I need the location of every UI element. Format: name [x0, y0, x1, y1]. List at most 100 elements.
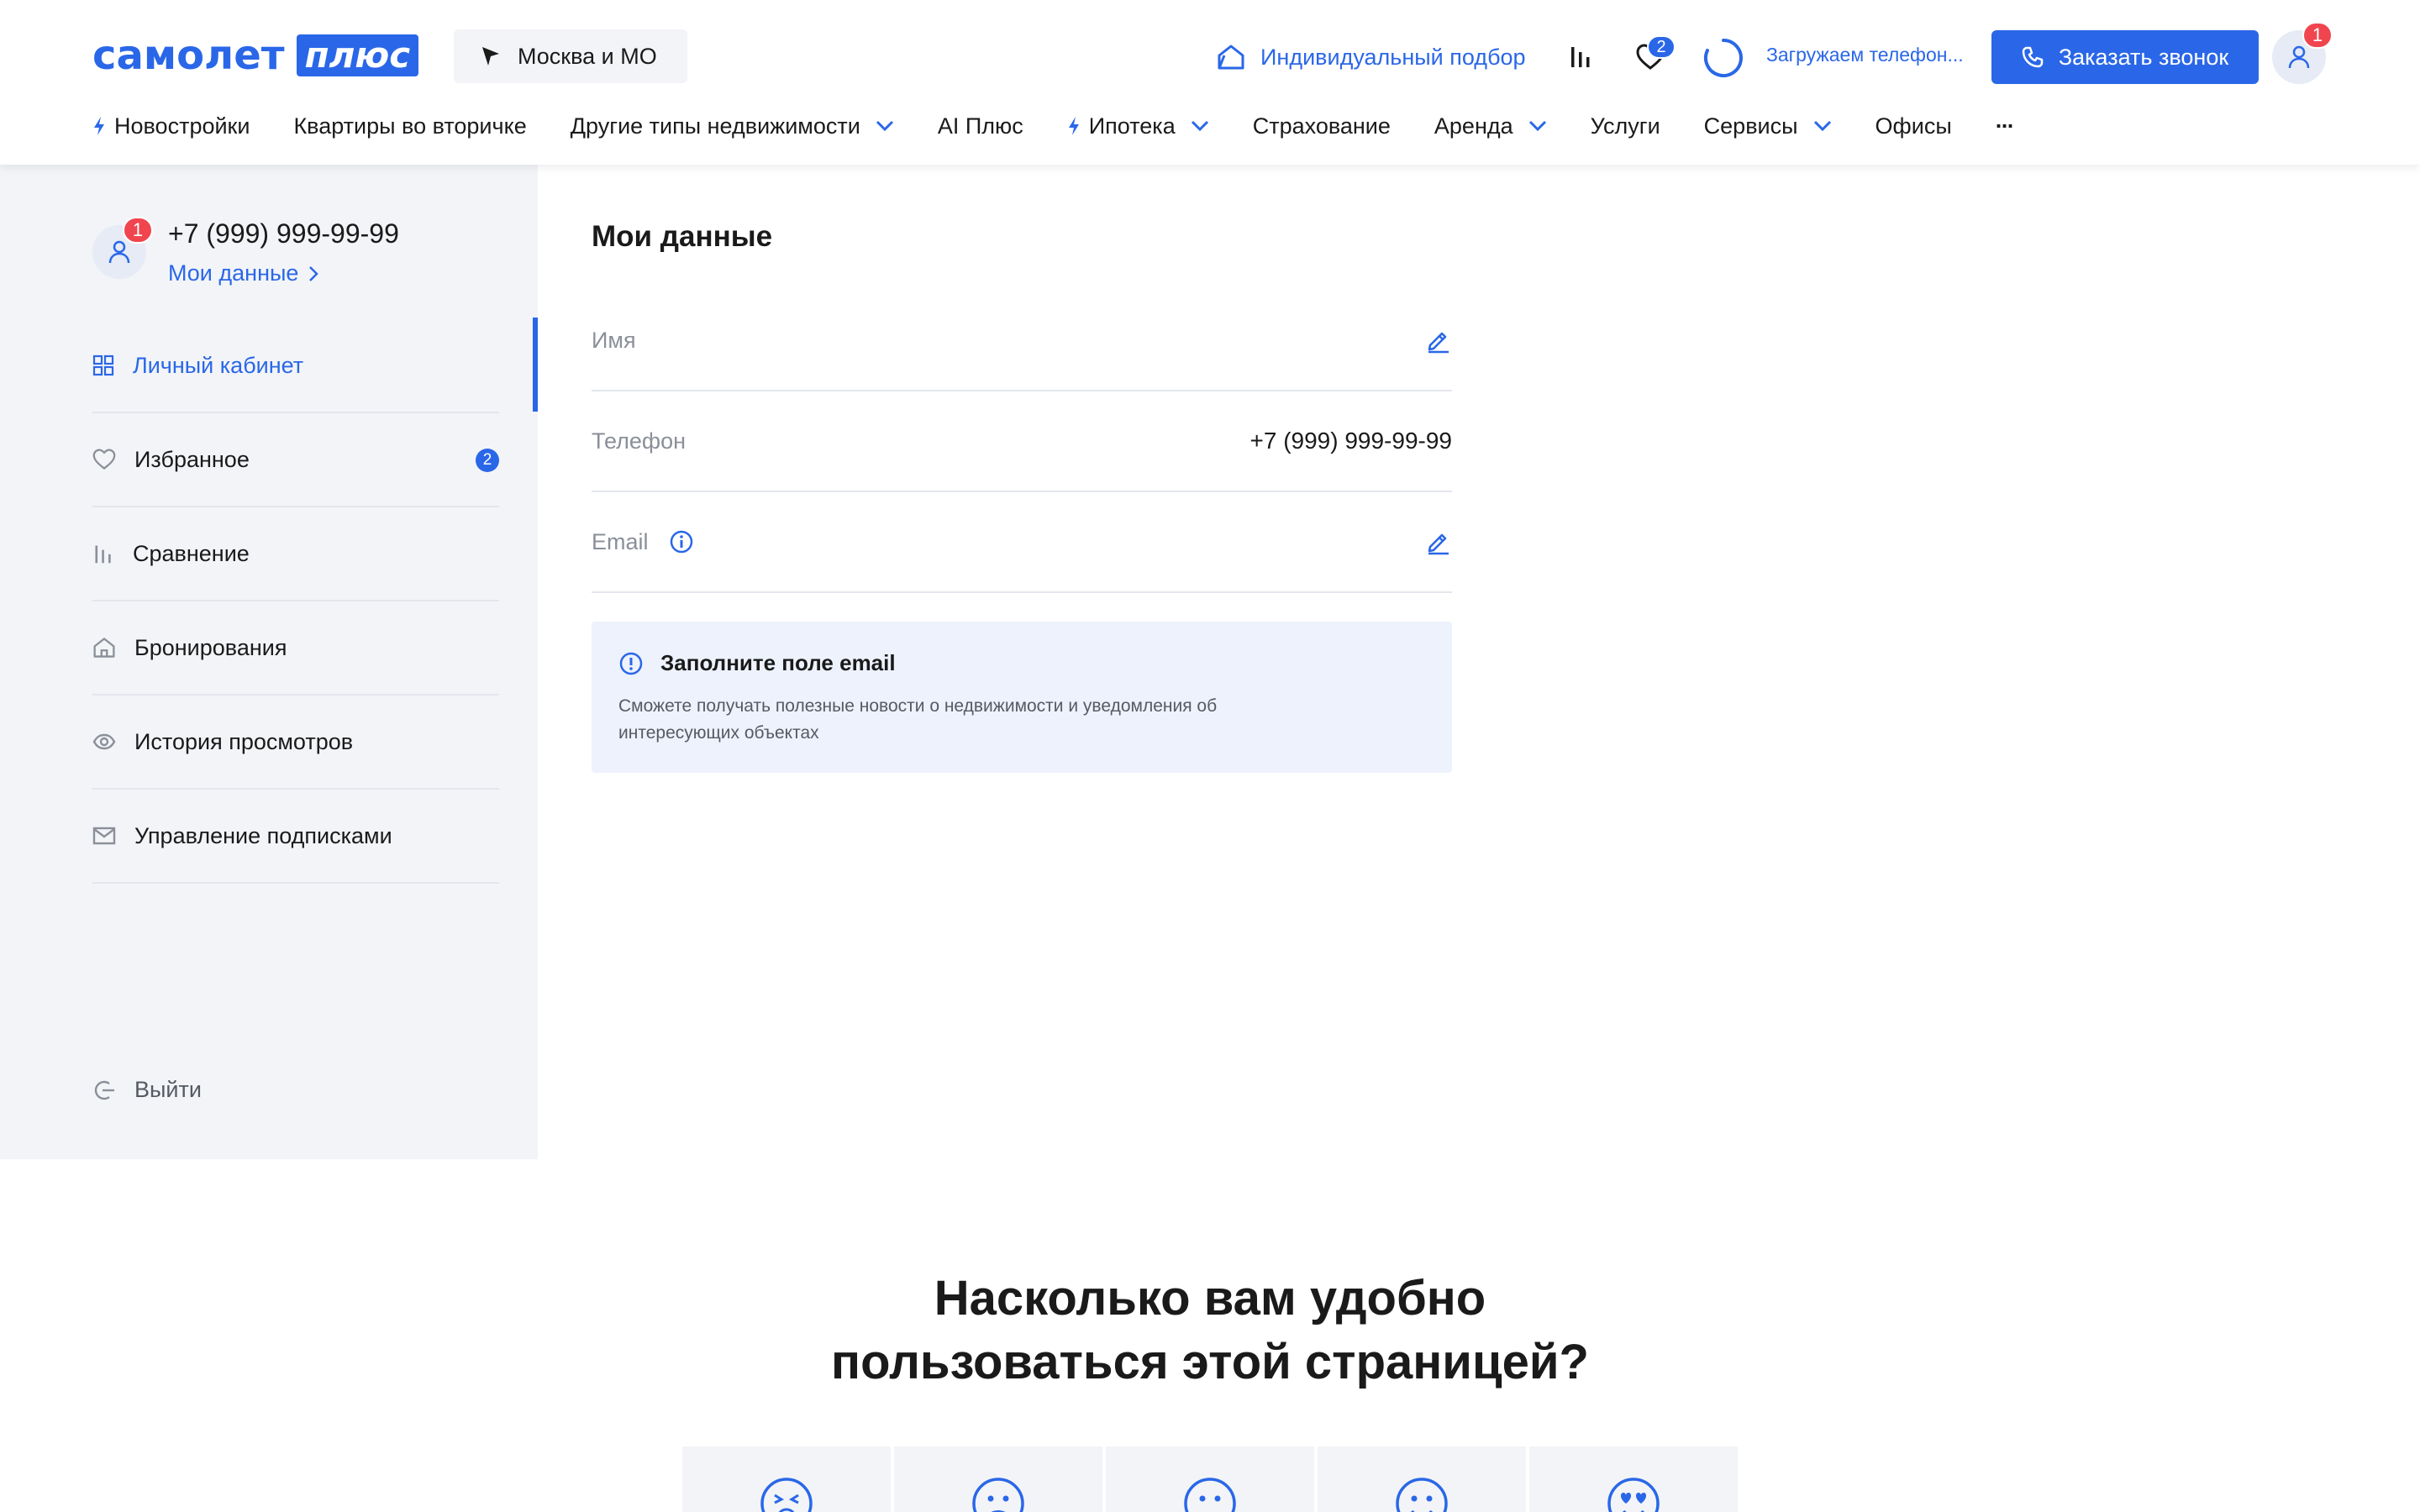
- rating-options: [682, 1446, 1741, 1512]
- main-nav: Новостройки Квартиры во вторичке Другие …: [92, 108, 2057, 144]
- house-outline-icon: [1218, 45, 1244, 70]
- bolt-icon: [1068, 117, 1079, 135]
- alert-icon: [619, 652, 643, 675]
- smile-face-icon: [1396, 1478, 1448, 1512]
- nav-label: Сервисы: [1703, 113, 1798, 139]
- compare-button[interactable]: [1568, 42, 1593, 71]
- logo-plus: плюс: [296, 34, 419, 76]
- bolt-icon: [94, 117, 104, 135]
- angry-face-icon: [760, 1478, 813, 1512]
- nav-label: Офисы: [1875, 113, 1952, 139]
- rating-neutral[interactable]: [1106, 1446, 1314, 1512]
- notice-title: Заполните поле email: [618, 650, 1425, 676]
- chevron-down-icon: [876, 120, 893, 132]
- user-icon: [108, 240, 130, 264]
- info-icon[interactable]: [669, 529, 694, 554]
- heart-icon: [92, 449, 116, 470]
- region-label: Москва и МО: [518, 43, 657, 69]
- chevron-down-icon: [1528, 120, 1546, 132]
- my-data-link[interactable]: Мои данные: [168, 260, 319, 286]
- survey-title: Насколько вам удобно пользоваться этой с…: [0, 1267, 2420, 1394]
- avatar-badge: 1: [123, 217, 153, 244]
- survey-title-line1: Насколько вам удобно: [934, 1271, 1486, 1326]
- logout-button[interactable]: Выйти: [92, 1077, 202, 1103]
- nav-item-offices[interactable]: Офисы: [1876, 113, 1952, 139]
- rating-very-bad[interactable]: [682, 1446, 891, 1512]
- sidebar-item-label: Сравнение: [133, 540, 250, 566]
- individual-selection-link[interactable]: Индивидуальный подбор: [1217, 39, 1526, 76]
- phone-icon: [2022, 46, 2044, 68]
- logout-icon: [94, 1080, 114, 1100]
- sidebar-item-compare[interactable]: Сравнение: [92, 507, 499, 601]
- email-field-label: Email: [592, 529, 694, 555]
- nav-label: Другие типы недвижимости: [570, 113, 860, 139]
- user-icon: [2288, 45, 2310, 69]
- nav-item-other-types[interactable]: Другие типы недвижимости: [571, 113, 894, 139]
- my-data-label: Мои данные: [168, 260, 299, 286]
- sidebar-item-history[interactable]: История просмотров: [92, 696, 499, 790]
- name-field: Имя: [592, 291, 1452, 391]
- spinner-icon: [1704, 39, 1743, 77]
- nav-label: Услуги: [1590, 113, 1660, 139]
- email-label-text: Email: [592, 528, 649, 554]
- mail-icon: [92, 827, 116, 845]
- profile-badge: 1: [2302, 22, 2333, 49]
- avatar[interactable]: 1: [92, 217, 153, 279]
- grid-icon: [92, 354, 114, 376]
- sidebar-item-bookings[interactable]: Бронирования: [92, 601, 499, 696]
- profile-phone: +7 (999) 999-99-99: [168, 218, 399, 249]
- nav-label: Ипотека: [1088, 113, 1176, 139]
- phone-field-value: +7 (999) 999-99-99: [1249, 428, 1452, 454]
- nav-item-insurance[interactable]: Страхование: [1253, 113, 1391, 139]
- nav-item-mortgage[interactable]: Ипотека: [1067, 113, 1209, 139]
- notice-title-text: Заполните поле email: [660, 650, 896, 675]
- region-selector[interactable]: Москва и МО: [454, 29, 687, 83]
- nav-label: AI Плюс: [937, 113, 1023, 139]
- nav-item-rent[interactable]: Аренда: [1434, 113, 1547, 139]
- order-call-label: Заказать звонок: [2058, 44, 2229, 70]
- phone-field-label: Телефон: [592, 428, 687, 454]
- sidebar-item-label: Личный кабинет: [133, 352, 304, 378]
- loading-spinner: [1702, 37, 1744, 79]
- nav-label: Страхование: [1252, 113, 1391, 139]
- nav-label: Новостройки: [114, 113, 250, 139]
- sidebar-menu: Личный кабинет Избранное 2 Сравнение Бро…: [92, 319, 499, 884]
- rating-excellent[interactable]: [1529, 1446, 1738, 1512]
- individual-selection-label: Индивидуальный подбор: [1260, 44, 1526, 70]
- rating-good[interactable]: [1318, 1446, 1526, 1512]
- house-icon: [93, 638, 115, 658]
- sidebar-item-favorites[interactable]: Избранное 2: [92, 413, 499, 507]
- nav-item-ai-plus[interactable]: AI Плюс: [938, 113, 1023, 139]
- loading-phone-text: Загружаем телефон...: [1766, 44, 1964, 66]
- nav-more-button[interactable]: ···: [1995, 113, 2015, 139]
- sidebar-item-subscriptions[interactable]: Управление подписками: [92, 790, 499, 884]
- nav-item-new-buildings[interactable]: Новостройки: [92, 113, 250, 139]
- pencil-icon[interactable]: [1425, 528, 1452, 555]
- chevron-right-icon: [309, 265, 319, 281]
- nav-item-tools[interactable]: Сервисы: [1704, 113, 1832, 139]
- sidebar-item-dashboard[interactable]: Личный кабинет: [92, 319, 499, 413]
- name-field-label: Имя: [592, 327, 636, 353]
- nav-item-services[interactable]: Услуги: [1591, 113, 1660, 139]
- page-title: Мои данные: [592, 220, 773, 253]
- rating-bad[interactable]: [894, 1446, 1102, 1512]
- site-header: самолет плюс Москва и МО Индивидуальный …: [0, 0, 2420, 165]
- phone-field: Телефон +7 (999) 999-99-99: [592, 391, 1452, 492]
- neutral-face-icon: [1184, 1478, 1236, 1512]
- logo-word: самолет: [92, 32, 285, 79]
- sidebar-item-label: Бронирования: [134, 634, 287, 660]
- logout-label: Выйти: [134, 1077, 202, 1102]
- nav-item-secondary[interactable]: Квартиры во вторичке: [293, 113, 526, 139]
- favorites-button[interactable]: 2: [1634, 35, 1676, 72]
- order-call-button[interactable]: Заказать звонок: [1991, 30, 2259, 84]
- favorites-count-badge: 2: [1647, 35, 1676, 59]
- sidebar-item-label: Управление подписками: [134, 822, 392, 848]
- profile-button[interactable]: 1: [2272, 22, 2333, 84]
- survey-title-line2: пользоваться этой страницей?: [831, 1335, 1589, 1389]
- pencil-icon[interactable]: [1425, 327, 1452, 354]
- logo[interactable]: самолет плюс: [92, 32, 419, 79]
- more-dots-icon: ···: [1995, 113, 2015, 139]
- sidebar-item-label: Избранное: [134, 446, 250, 472]
- heart-eyes-face-icon: [1607, 1478, 1660, 1512]
- chevron-down-icon: [1813, 120, 1831, 132]
